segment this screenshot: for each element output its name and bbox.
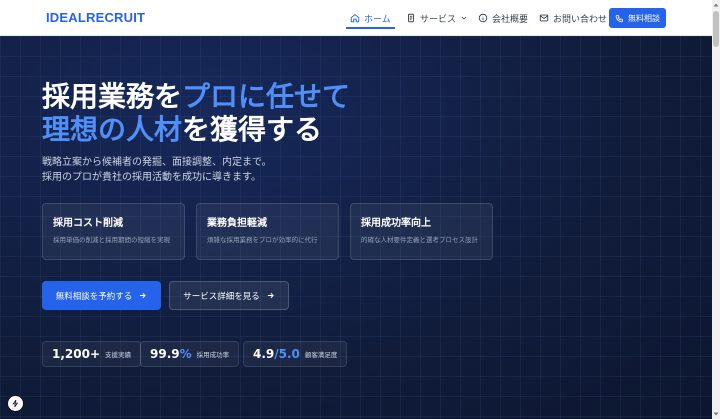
feature-description: 煩雑な採用業務をプロが効率的に代行	[207, 236, 318, 244]
feature-title: 採用コスト削減	[53, 218, 123, 229]
subtitle-line: 採用のプロが貴社の採用活動を成功に導きます。	[42, 172, 261, 183]
feature-card-success-rate: 採用成功率向上 的確な人材要件定義と選考プロセス設計	[350, 203, 493, 260]
arrow-right-icon	[140, 292, 147, 299]
stat-label: 顧客満足度	[304, 351, 338, 359]
mail-icon	[539, 14, 549, 22]
feature-title: 業務負担軽減	[207, 218, 267, 229]
feature-card-workload: 業務負担軽減 煩雑な採用業務をプロが効率的に代行	[196, 203, 339, 260]
scrollbar-thumb[interactable]	[713, 11, 719, 47]
cta-label: 無料相談	[628, 13, 660, 23]
document-icon	[408, 13, 414, 23]
stat-label: 採用成功率	[196, 351, 230, 359]
nav-item-label: お問い合わせ	[553, 14, 608, 25]
stat-value-unit: /5.0	[274, 347, 300, 361]
scroll-down-arrow-icon[interactable]	[712, 409, 720, 419]
feature-description: 的確な人材要件定義と選考プロセス設計	[361, 236, 478, 244]
scroll-up-arrow-icon[interactable]	[712, 0, 720, 10]
stat-value: 99.9	[150, 347, 180, 361]
stat-value-unit: %	[179, 347, 192, 361]
subtitle-line: 戦略立案から候補者の発掘、面接調整、内定まで。	[42, 157, 272, 168]
stat-customer-satisfaction: 4.9/5.0 顧客満足度	[243, 341, 348, 367]
hero-subtitle: 戦略立案から候補者の発掘、面接調整、内定まで。 採用のプロが貴社の採用活動を成功…	[42, 155, 272, 185]
book-consultation-button[interactable]: 無料相談を予約する	[42, 281, 161, 310]
nav-item-label: ホーム	[364, 14, 391, 25]
stat-success-rate: 99.9% 採用成功率	[140, 341, 240, 367]
top-navigation: IDEALRECRUIT ホーム サービス 会社概要 お問い合わせ 無料相談	[0, 0, 712, 36]
headline-accent-text: 理想の人材	[42, 113, 183, 146]
phone-icon	[615, 14, 623, 22]
home-icon	[350, 14, 360, 23]
feature-title: 採用成功率向上	[361, 218, 431, 229]
nav-item-services[interactable]: サービス	[406, 0, 468, 36]
service-details-button[interactable]: サービス詳細を見る	[169, 281, 289, 310]
headline-text: 採用業務を	[42, 80, 183, 113]
free-consultation-button[interactable]: 無料相談	[609, 8, 666, 28]
feature-description: 採用単価の削減と採用期間の短縮を実現	[53, 236, 170, 244]
arrow-right-icon	[267, 292, 274, 299]
nav-item-label: サービス	[420, 14, 457, 25]
floating-action-button[interactable]	[8, 396, 23, 411]
button-label: サービス詳細を見る	[183, 291, 260, 302]
nav-item-contact[interactable]: お問い合わせ	[539, 0, 607, 36]
chevron-down-icon	[461, 16, 467, 20]
stat-label: 支援実績	[105, 351, 132, 359]
stat-support-record: 1,200+ 支援実績	[42, 341, 142, 367]
headline-text: を獲得する	[182, 113, 323, 146]
lightning-icon	[12, 399, 19, 408]
nav-item-label: 会社概要	[492, 14, 529, 25]
feature-card-cost: 採用コスト削減 採用単価の削減と採用期間の短縮を実現	[42, 203, 185, 260]
stat-value: 4.9	[253, 347, 275, 361]
page-scrollbar[interactable]	[712, 0, 720, 419]
stat-value: 1,200+	[52, 347, 101, 361]
nav-item-home[interactable]: ホーム	[346, 0, 395, 36]
info-icon	[478, 13, 488, 23]
nav-item-company[interactable]: 会社概要	[478, 0, 528, 36]
button-label: 無料相談を予約する	[55, 291, 133, 302]
headline-accent-text: プロに任せて	[182, 80, 351, 113]
site-logo[interactable]: IDEALRECRUIT	[46, 10, 145, 25]
hero-headline: 採用業務をプロに任せて 理想の人材を獲得する	[42, 80, 350, 146]
